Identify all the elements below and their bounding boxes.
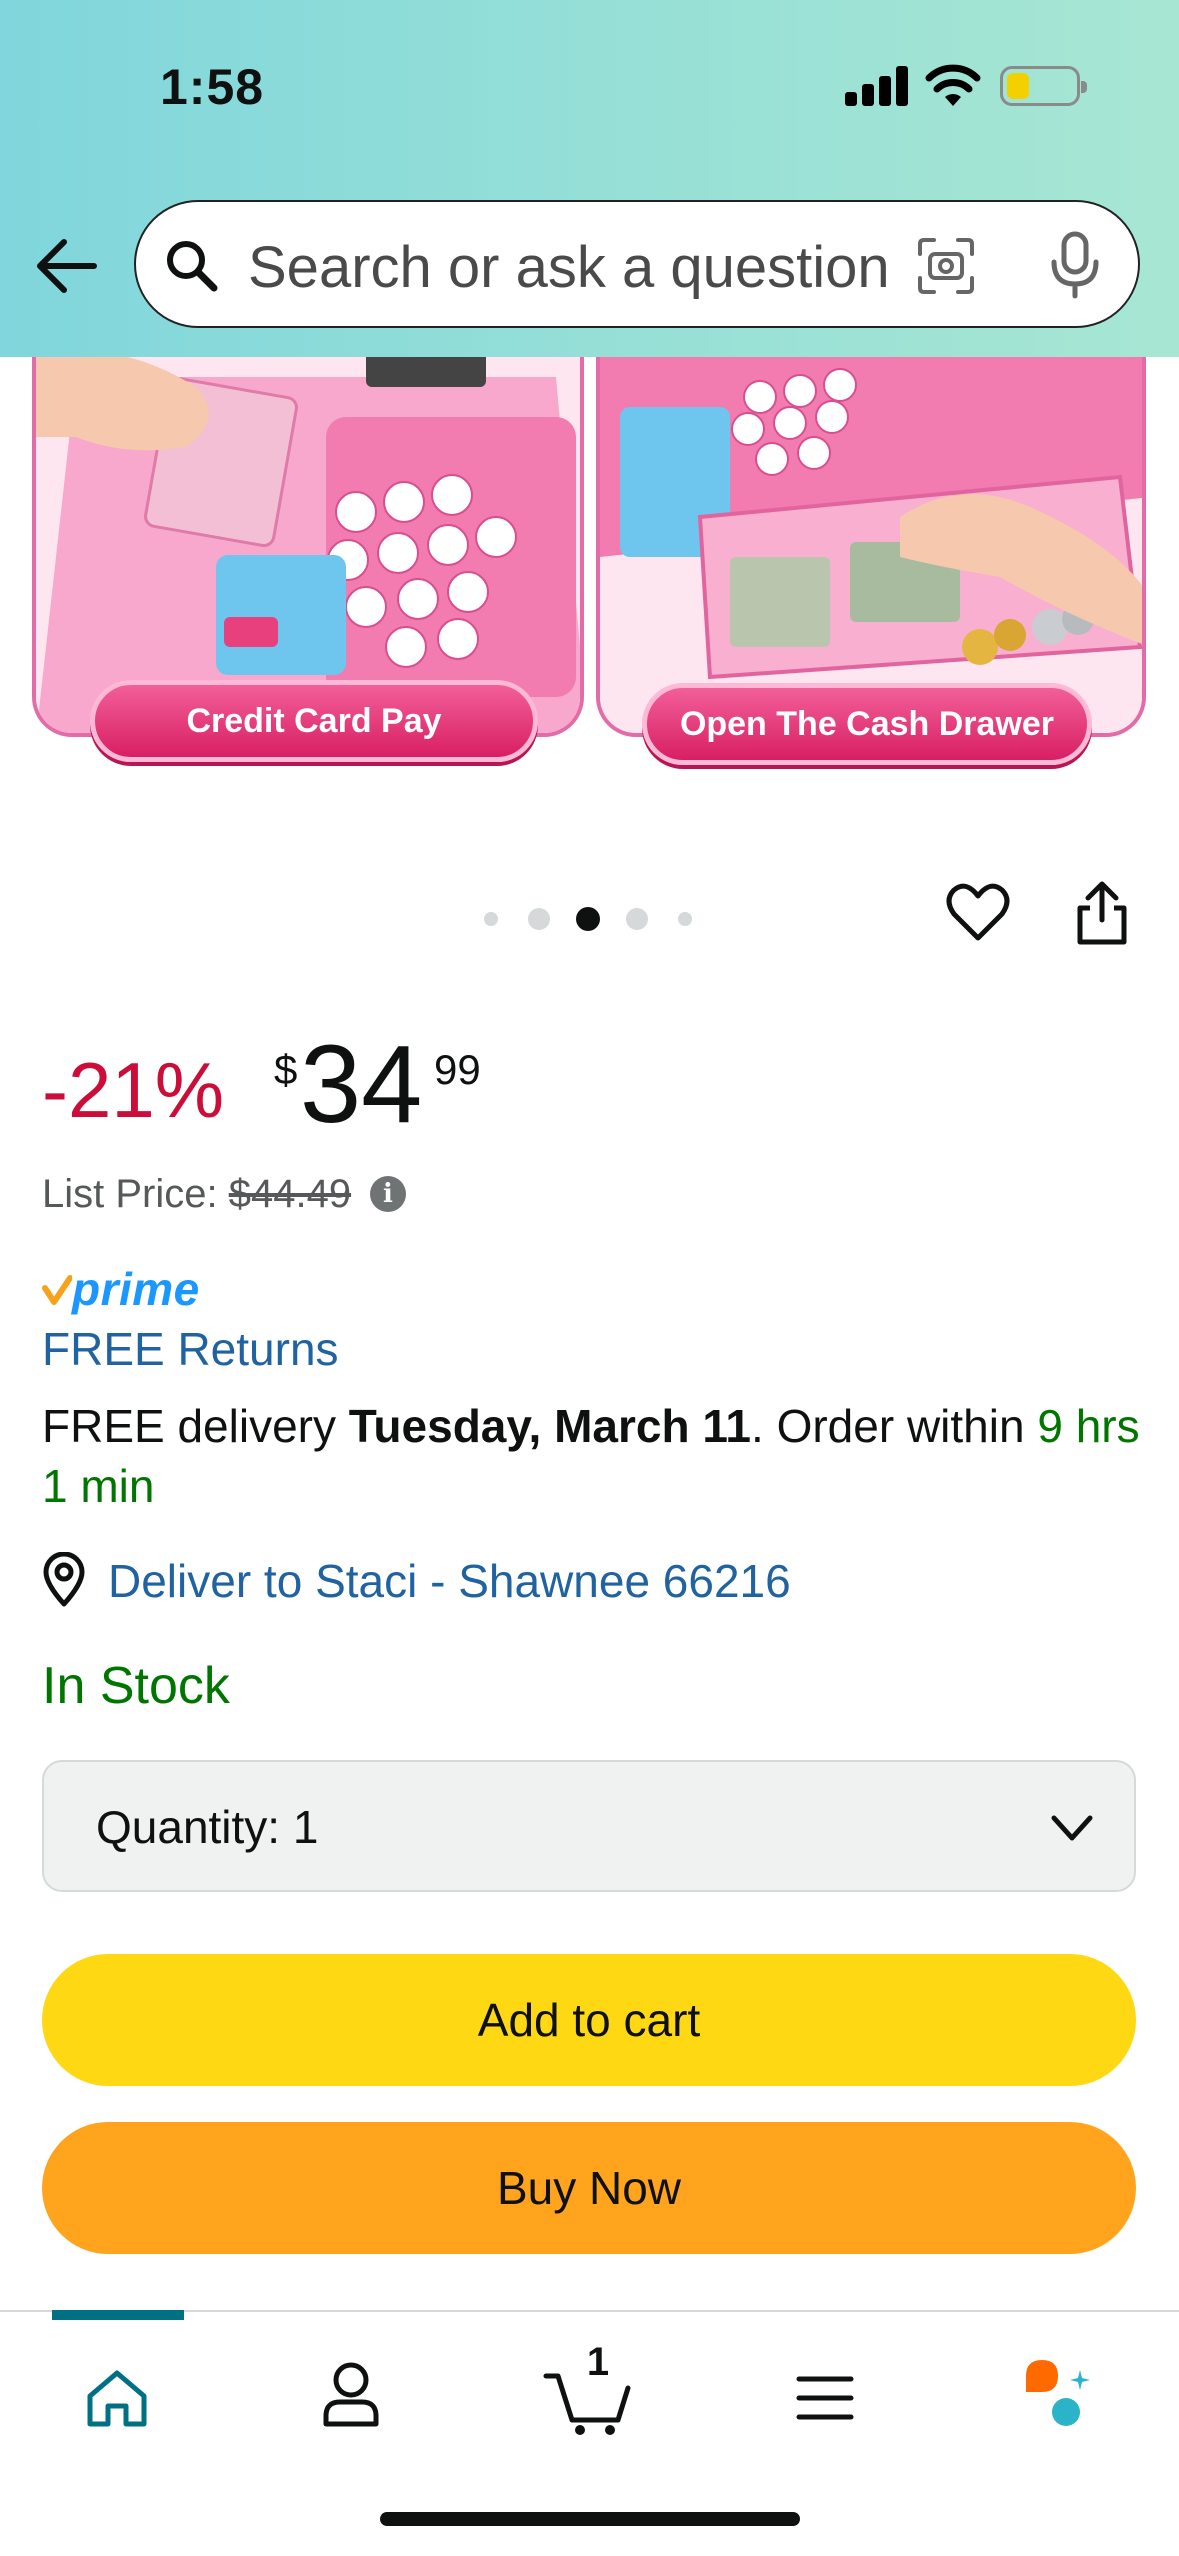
carousel-dot-active[interactable] [576,907,600,931]
camera-lens-icon[interactable] [916,236,976,296]
carousel-dot[interactable] [626,908,648,930]
list-price-label: List Price: [42,1172,218,1216]
home-indicator [380,2512,800,2526]
microphone-icon[interactable] [1048,230,1102,300]
product-image-cash-drawer[interactable] [596,357,1146,737]
stock-status: In Stock [42,1657,230,1715]
account-icon[interactable] [322,2360,380,2430]
list-price-value: $44.49 [228,1172,352,1216]
wifi-icon [925,64,981,106]
list-price: List Price: $44.49 [42,1172,351,1217]
header: 1:58 Search or ask a question [0,0,1179,357]
delivery-info: FREE delivery Tuesday, March 11. Order w… [42,1396,1152,1516]
buy-now-button[interactable]: Buy Now [42,2122,1136,2254]
cash-drawer-illustration [600,357,1142,733]
delivery-middle: . Order within [751,1400,1038,1452]
battery-icon [1000,66,1087,106]
quantity-label: Quantity: 1 [96,1800,318,1854]
cart-count: 1 [586,2340,610,2384]
carousel-dot[interactable] [678,912,692,926]
cellular-signal-icon [845,66,911,106]
prime-check-icon [42,1275,72,1305]
search-icon [167,241,218,292]
delivery-prefix: FREE delivery [42,1400,349,1452]
quantity-select[interactable]: Quantity: 1 [42,1760,1136,1892]
home-icon[interactable] [84,2368,150,2430]
prime-label: prime [72,1263,200,1315]
free-returns-link[interactable]: FREE Returns [42,1322,339,1376]
carousel-dot[interactable] [528,908,550,930]
price-currency-symbol: $ [274,1046,298,1093]
price-fraction: 99 [434,1046,481,1093]
chevron-down-icon [1051,1815,1093,1841]
share-icon[interactable] [1074,880,1130,946]
quantity-value: 1 [292,1801,319,1853]
price-whole: 34 [300,1023,423,1146]
deliver-to-link[interactable]: Deliver to Staci - Shawnee 66216 [108,1554,791,1608]
back-arrow-icon[interactable] [34,236,98,296]
discount-percent: -21% [42,1046,225,1134]
menu-icon[interactable] [796,2374,854,2422]
caption-open-cash-drawer: Open The Cash Drawer [642,683,1092,765]
status-time: 1:58 [160,59,265,115]
quantity-label-text: Quantity: [96,1801,281,1853]
delivery-date: Tuesday, March 11 [348,1400,752,1452]
caption-credit-card-pay: Credit Card Pay [90,680,538,762]
active-tab-indicator [52,2310,184,2320]
product-image-carousel[interactable]: Credit Card Pay Open The Cash Drawer [0,357,1179,777]
rufus-assistant-icon[interactable] [1022,2356,1094,2430]
add-to-cart-button[interactable]: Add to cart [42,1954,1136,2086]
search-placeholder: Search or ask a question [248,235,890,300]
search-input[interactable]: Search or ask a question [134,200,1140,328]
carousel-dot[interactable] [484,912,498,926]
info-icon[interactable]: i [370,1176,406,1212]
heart-icon[interactable] [946,882,1010,942]
location-pin-icon [43,1552,85,1607]
